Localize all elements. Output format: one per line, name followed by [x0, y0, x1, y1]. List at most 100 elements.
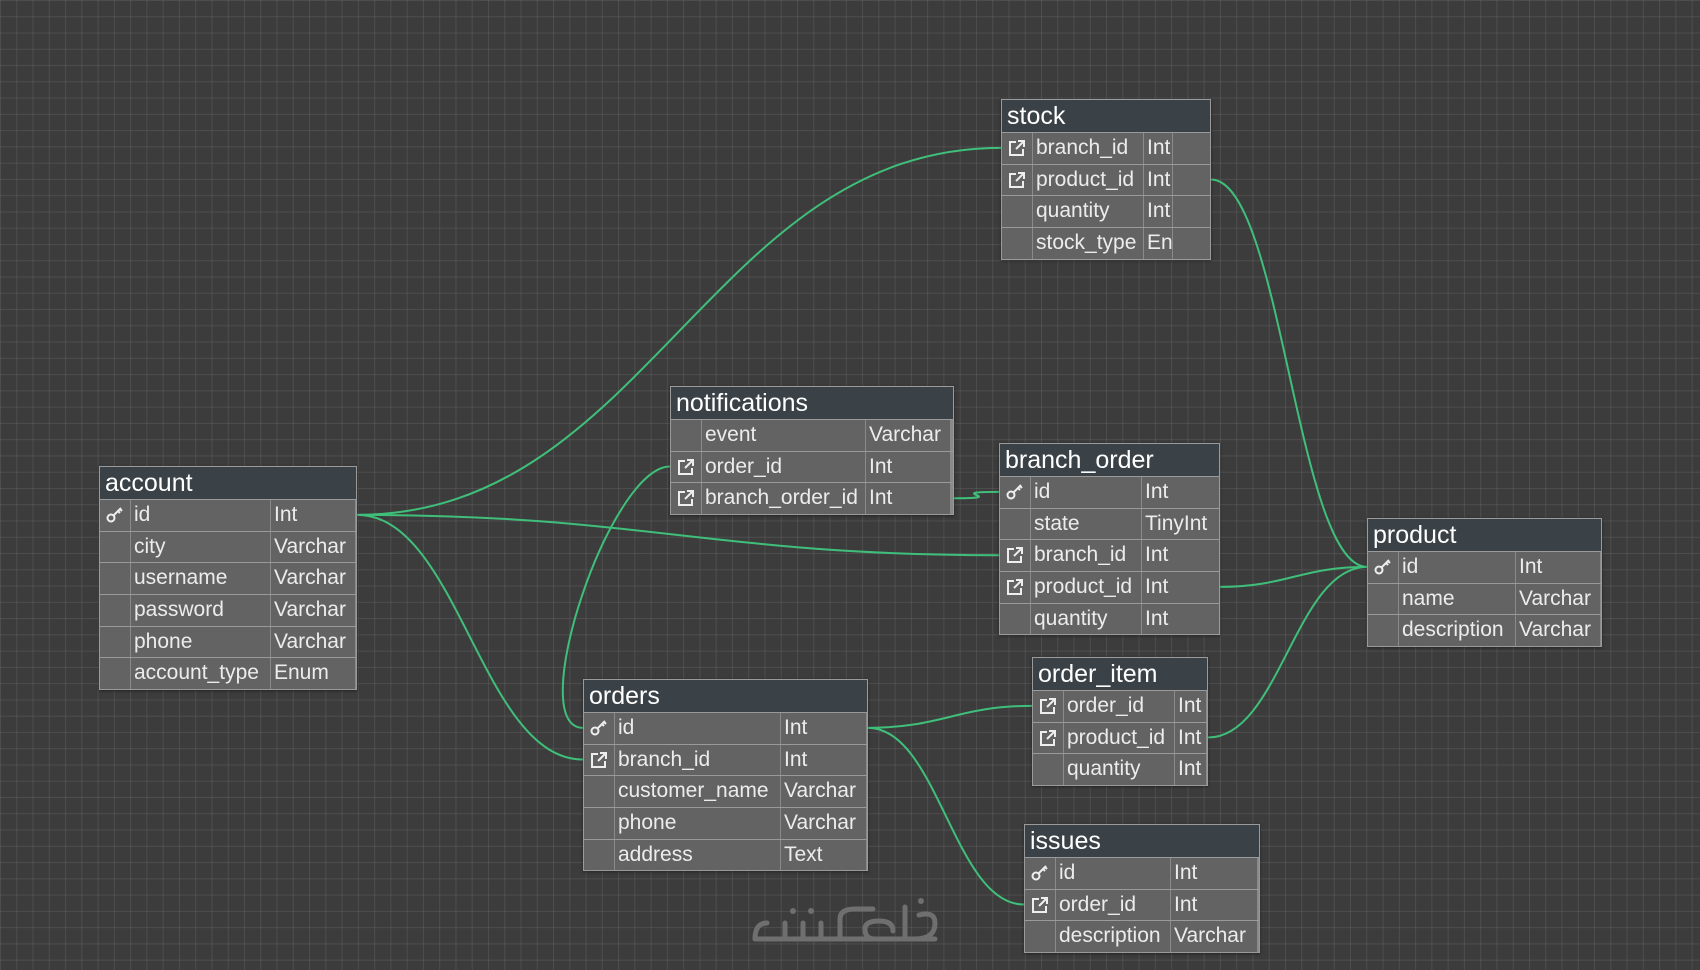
- column-type: Varchar: [1516, 615, 1600, 647]
- column-row[interactable]: order_id Int: [1033, 690, 1207, 722]
- icon-cell: [1000, 508, 1030, 540]
- column-row[interactable]: customer_name Varchar: [584, 775, 867, 808]
- primary-key-icon: [1368, 552, 1398, 583]
- icon-cell: [1025, 921, 1055, 953]
- diagram-canvas[interactable]: stock branch_id Int product_id Int quantity In…: [0, 0, 1700, 970]
- column-row[interactable]: stock_typeEnum: [1002, 227, 1210, 259]
- icon-cell: [100, 658, 130, 690]
- column-type: Enum: [1144, 228, 1172, 259]
- relation-branch_order-account[interactable]: [356, 513, 1000, 557]
- column-name: order_id: [702, 451, 865, 483]
- relation-stock-product[interactable]: [1210, 178, 1368, 568]
- table-notifications[interactable]: notifications event Varchar order_id Int bran…: [670, 386, 954, 516]
- column-row[interactable]: product_id Int: [1002, 163, 1210, 196]
- icon-cell: [1002, 196, 1032, 228]
- icon-cell: [1033, 754, 1063, 786]
- column-type: Text: [781, 839, 866, 871]
- foreign-key-icon: [1025, 889, 1055, 921]
- column-type: Varchar: [866, 420, 950, 451]
- column-row[interactable]: event Varchar: [671, 419, 953, 451]
- column-row[interactable]: quantity Int: [1033, 753, 1207, 786]
- column-type: Varchar: [781, 808, 866, 839]
- column-name: account_type: [131, 658, 270, 690]
- primary-key-icon: [1000, 477, 1030, 508]
- column-type: Varchar: [271, 626, 355, 658]
- column-row[interactable]: product_id Int: [1000, 571, 1219, 603]
- column-name: order_id: [1064, 691, 1174, 722]
- relation-orders-account[interactable]: [356, 513, 584, 761]
- column-row[interactable]: id Int: [100, 499, 356, 531]
- column-row[interactable]: phone Varchar: [100, 625, 356, 658]
- relation-notifications-branch_order[interactable]: [953, 490, 1000, 500]
- column-row[interactable]: account_type Enum: [100, 657, 356, 690]
- watermark-logo: [745, 893, 955, 953]
- column-name: name: [1399, 583, 1515, 615]
- foreign-key-icon: [1002, 133, 1032, 164]
- relation-issues-orders[interactable]: [867, 726, 1025, 906]
- table-product[interactable]: product id Int name Varchar description Varcha…: [1367, 518, 1602, 648]
- column-name: description: [1399, 615, 1515, 647]
- icon-cell: [100, 563, 130, 595]
- empty-cell: [1173, 196, 1210, 228]
- table-issues[interactable]: issues id Int order_id Int description Varchar: [1024, 824, 1260, 954]
- column-type: Int: [866, 483, 950, 515]
- column-row[interactable]: city Varchar: [100, 530, 356, 563]
- table-account[interactable]: account id Int city Varchar username Varchar pa…: [99, 466, 357, 691]
- relation-branch_order-product[interactable]: [1219, 565, 1368, 588]
- column-type: Int: [1175, 691, 1206, 722]
- column-row[interactable]: product_id Int: [1033, 721, 1207, 754]
- foreign-key-icon: [1033, 722, 1063, 754]
- icon-cell: [1002, 228, 1032, 259]
- column-row[interactable]: branch_id Int: [1000, 539, 1219, 572]
- column-row[interactable]: quantity Int: [1002, 195, 1210, 228]
- column-row[interactable]: id Int: [1025, 857, 1259, 889]
- column-row[interactable]: id Int: [584, 712, 867, 744]
- foreign-key-icon: [1002, 164, 1032, 196]
- table-title: issues: [1025, 825, 1259, 857]
- column-name: id: [1031, 477, 1141, 508]
- column-type: Varchar: [271, 563, 355, 595]
- foreign-key-icon: [671, 483, 701, 515]
- relation-order_item-product[interactable]: [1207, 565, 1368, 739]
- column-row[interactable]: branch_id Int: [1002, 132, 1210, 164]
- column-row[interactable]: order_id Int: [1025, 888, 1259, 921]
- column-row[interactable]: quantity Int: [1000, 602, 1219, 635]
- column-name: id: [1056, 858, 1170, 889]
- column-type: Int: [1142, 603, 1219, 635]
- primary-key-icon: [100, 500, 130, 531]
- column-type: Int: [1144, 196, 1172, 228]
- column-row[interactable]: description Varchar: [1368, 614, 1601, 647]
- table-branch_order[interactable]: branch_order id Int state TinyInt branch_id In…: [999, 443, 1220, 636]
- column-row[interactable]: description Varchar: [1025, 920, 1259, 953]
- column-row[interactable]: branch_id Int: [584, 743, 867, 776]
- column-name: product_id: [1033, 164, 1143, 196]
- column-name: id: [1399, 552, 1515, 583]
- column-name: branch_id: [1031, 540, 1141, 572]
- column-row[interactable]: name Varchar: [1368, 582, 1601, 615]
- column-row[interactable]: order_id Int: [671, 450, 953, 483]
- column-type: Int: [1142, 572, 1219, 603]
- table-orders[interactable]: orders id Int branch_id Int customer_name Varc…: [583, 679, 868, 872]
- column-name: phone: [615, 808, 780, 839]
- table-stock[interactable]: stock branch_id Int product_id Int quantity In…: [1001, 99, 1211, 260]
- column-row[interactable]: address Text: [584, 838, 867, 871]
- icon-cell: [584, 839, 614, 871]
- column-row[interactable]: phone Varchar: [584, 807, 867, 839]
- column-type: Int: [781, 713, 866, 744]
- empty-cell: [1173, 228, 1210, 259]
- foreign-key-icon: [1000, 572, 1030, 603]
- column-name: address: [615, 839, 780, 871]
- column-row[interactable]: id Int: [1368, 551, 1601, 583]
- column-name: product_id: [1064, 722, 1174, 754]
- column-row[interactable]: branch_order_id Int: [671, 482, 953, 515]
- table-order_item[interactable]: order_item order_id Int product_id Int quanti…: [1032, 657, 1208, 787]
- column-row[interactable]: username Varchar: [100, 562, 356, 595]
- column-row[interactable]: password Varchar: [100, 594, 356, 626]
- column-row[interactable]: state TinyInt: [1000, 507, 1219, 540]
- column-name: product_id: [1031, 572, 1141, 603]
- column-type: TinyInt: [1142, 508, 1219, 540]
- column-name: id: [615, 713, 780, 744]
- column-row[interactable]: id Int: [1000, 476, 1219, 508]
- foreign-key-icon: [584, 744, 614, 776]
- relation-order_item-orders[interactable]: [867, 704, 1033, 729]
